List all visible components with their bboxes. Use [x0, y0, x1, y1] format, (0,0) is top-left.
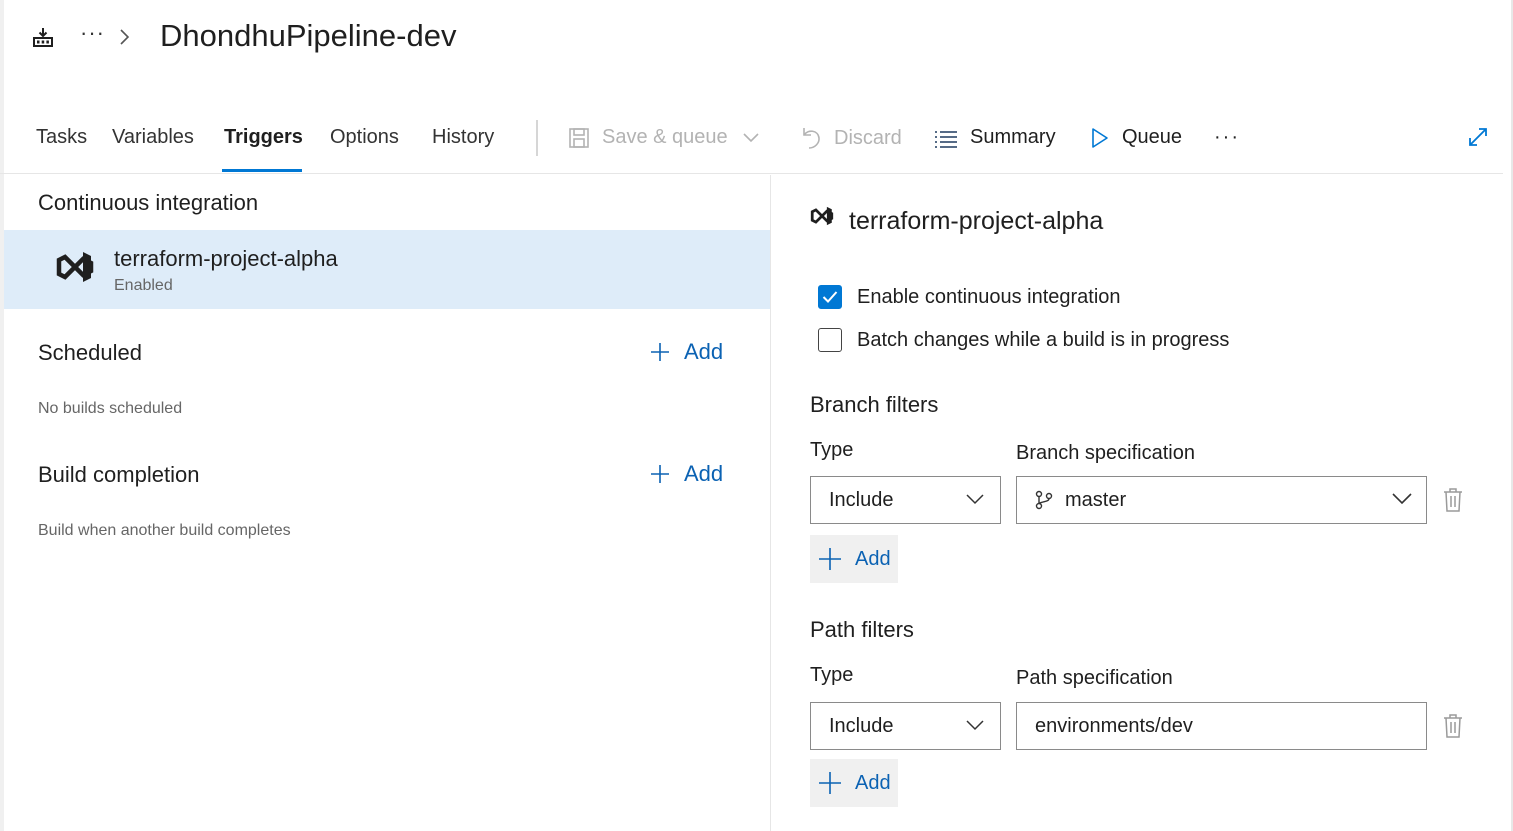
pipeline-icon: [33, 27, 53, 47]
path-type-label: Type: [810, 664, 854, 686]
enable-ci-label: Enable continuous integration: [857, 285, 1121, 308]
path-spec-value: environments/dev: [1035, 714, 1193, 737]
plus-icon: [819, 772, 841, 794]
breadcrumb-more-button[interactable]: ···: [80, 20, 105, 46]
more-actions-button[interactable]: ···: [1214, 126, 1240, 149]
plus-icon: [651, 465, 669, 483]
tab-variables[interactable]: Variables: [112, 126, 194, 149]
trash-icon[interactable]: [1442, 713, 1464, 739]
page-title: DhondhuPipeline-dev: [160, 18, 457, 53]
chevron-right-icon: [118, 26, 132, 48]
trash-icon[interactable]: [1442, 487, 1464, 513]
plus-icon: [651, 343, 669, 361]
triggers-list-pane: Continuous integration terraform-project…: [4, 175, 771, 831]
queue-button[interactable]: Queue: [1090, 126, 1182, 149]
add-path-filter-label: Add: [855, 771, 891, 794]
branch-type-select[interactable]: Include: [810, 476, 1001, 524]
trigger-details-pane: terraform-project-alpha Enable continuou…: [772, 175, 1511, 831]
ci-repo-name: terraform-project-alpha: [114, 246, 338, 271]
git-branch-icon: [1035, 490, 1053, 510]
branch-spec-label: Branch specification: [1016, 442, 1195, 464]
checkbox-unchecked[interactable]: [818, 328, 842, 352]
enable-ci-checkbox[interactable]: Enable continuous integration: [818, 285, 1121, 309]
path-type-value: Include: [829, 714, 894, 737]
scheduled-section-title: Scheduled: [38, 340, 142, 365]
tab-tasks[interactable]: Tasks: [36, 126, 87, 149]
add-path-filter-button[interactable]: Add: [810, 759, 898, 807]
list-icon: [935, 130, 957, 148]
checkbox-checked[interactable]: [818, 285, 842, 309]
pipeline-toolbar: Tasks Variables Triggers Options History…: [0, 112, 1503, 174]
batch-changes-checkbox[interactable]: Batch changes while a build is in progre…: [818, 328, 1229, 352]
build-completion-section-title: Build completion: [38, 462, 200, 487]
branch-type-value: Include: [829, 488, 894, 511]
discard-button[interactable]: Discard: [800, 126, 902, 150]
discard-label: Discard: [834, 126, 902, 149]
save-queue-label: Save & queue: [602, 126, 728, 148]
branch-spec-dropdown[interactable]: master: [1016, 476, 1427, 524]
chevron-down-icon: [966, 720, 984, 731]
checkmark-icon: [822, 291, 838, 303]
add-build-completion-button[interactable]: Add: [650, 461, 723, 487]
branch-filters-title: Branch filters: [810, 392, 939, 417]
repo-title: terraform-project-alpha: [849, 207, 1104, 235]
add-branch-filter-button[interactable]: Add: [810, 535, 898, 583]
build-completion-note: Build when another build completes: [38, 522, 291, 539]
visual-studio-icon: [56, 249, 94, 285]
tab-options[interactable]: Options: [330, 126, 399, 149]
ci-section-title: Continuous integration: [38, 190, 259, 215]
chevron-down-icon: [1392, 493, 1412, 505]
branch-type-label: Type: [810, 439, 854, 461]
undo-icon: [803, 128, 820, 149]
summary-button[interactable]: Summary: [934, 126, 1056, 149]
add-branch-filter-label: Add: [855, 547, 891, 570]
chevron-down-icon: [743, 132, 759, 142]
add-schedule-button[interactable]: Add: [650, 339, 723, 365]
tab-history[interactable]: History: [432, 126, 494, 149]
play-icon: [1092, 127, 1108, 148]
toolbar-divider: [536, 120, 538, 156]
summary-label: Summary: [970, 126, 1056, 148]
path-filters-title: Path filters: [810, 617, 914, 642]
path-spec-input[interactable]: environments/dev: [1016, 702, 1427, 750]
visual-studio-icon: [810, 205, 834, 227]
ci-repo-row[interactable]: terraform-project-alpha Enabled: [4, 230, 770, 309]
page-header: ··· DhondhuPipeline-dev: [0, 0, 1513, 80]
path-type-select[interactable]: Include: [810, 702, 1001, 750]
add-build-completion-label: Add: [684, 461, 724, 486]
plus-icon: [819, 548, 841, 570]
active-tab-indicator: [222, 169, 302, 172]
queue-label: Queue: [1122, 126, 1183, 148]
branch-spec-value: master: [1065, 488, 1127, 511]
batch-changes-label: Batch changes while a build is in progre…: [857, 328, 1230, 351]
save-queue-button[interactable]: Save & queue: [568, 126, 760, 149]
add-schedule-label: Add: [684, 339, 724, 364]
scheduled-note: No builds scheduled: [38, 400, 183, 417]
expand-icon[interactable]: [1467, 126, 1489, 148]
save-icon: [569, 127, 589, 148]
tab-triggers[interactable]: Triggers: [224, 126, 303, 149]
ci-repo-status: Enabled: [114, 277, 173, 294]
path-spec-label: Path specification: [1016, 667, 1173, 689]
chevron-down-icon: [966, 494, 984, 505]
